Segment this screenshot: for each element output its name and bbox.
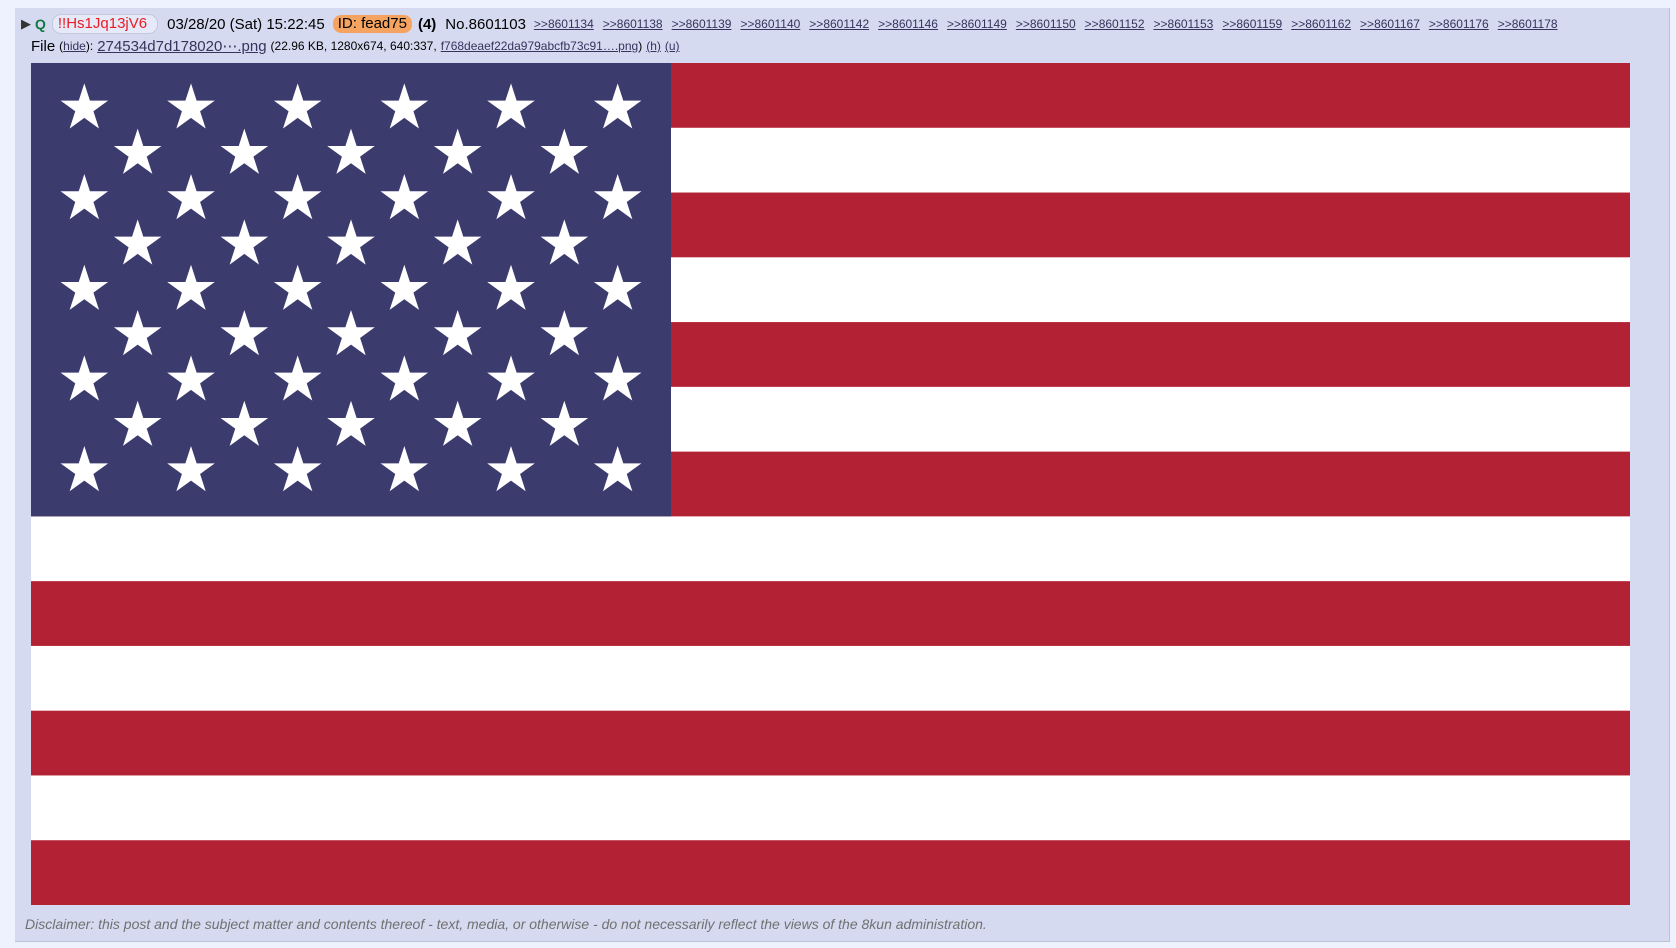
post-intro: ▶ Q !!Hs1Jq13jV6 03/28/20 (Sat) 15:22:45… bbox=[21, 14, 1558, 34]
backlink[interactable]: >>8601150 bbox=[1016, 17, 1076, 31]
backlink[interactable]: >>8601176 bbox=[1429, 17, 1489, 31]
backlink[interactable]: >>8601134 bbox=[534, 17, 594, 31]
flag-stripe bbox=[31, 840, 1630, 905]
backlink[interactable]: >>8601146 bbox=[878, 17, 938, 31]
flag-stripe bbox=[31, 645, 1630, 712]
post-number-link[interactable]: No.8601103 bbox=[445, 16, 526, 33]
poster-post-count: (4) bbox=[417, 15, 437, 33]
file-meta-close: ) bbox=[638, 39, 643, 53]
flag-stripe bbox=[31, 710, 1630, 777]
original-filename-link[interactable]: f768deaef22da979abcfb73c91….png bbox=[441, 39, 639, 53]
backlink[interactable]: >>8601149 bbox=[947, 17, 1007, 31]
backlink[interactable]: >>8601153 bbox=[1154, 17, 1214, 31]
hide-image-link[interactable]: hide bbox=[63, 39, 86, 53]
post-image[interactable] bbox=[31, 63, 1630, 905]
hide-paren-close: ): bbox=[85, 39, 94, 53]
us-flag-icon bbox=[31, 63, 1630, 905]
backlink[interactable]: >>8601138 bbox=[603, 17, 663, 31]
post-datetime: 03/28/20 (Sat) 15:22:45 bbox=[167, 15, 325, 33]
flag-stripe bbox=[31, 516, 1630, 582]
backlink[interactable]: >>8601159 bbox=[1222, 17, 1282, 31]
backlinks-list: >>8601134 >>8601138 >>8601139 >>8601140 >>86… bbox=[534, 17, 1558, 31]
file-name-link[interactable]: 274534d7d178020⋯.png bbox=[97, 37, 266, 55]
poster-name: Q bbox=[35, 16, 46, 32]
backlink[interactable]: >>8601140 bbox=[740, 17, 800, 31]
tripcode: !!Hs1Jq13jV6 bbox=[51, 14, 159, 34]
file-meta: (22.96 KB, 1280x674, 640:337, bbox=[270, 39, 437, 53]
backlink[interactable]: >>8601139 bbox=[672, 17, 732, 31]
backlink[interactable]: >>8601152 bbox=[1085, 17, 1145, 31]
flag-stripe bbox=[31, 581, 1630, 647]
post-container: ▶ Q !!Hs1Jq13jV6 03/28/20 (Sat) 15:22:45… bbox=[15, 8, 1670, 942]
backlink[interactable]: >>8601178 bbox=[1498, 17, 1558, 31]
file-label: File bbox=[31, 37, 56, 55]
u-link[interactable]: (u) bbox=[665, 39, 680, 53]
h-link[interactable]: (h) bbox=[646, 39, 661, 53]
backlink[interactable]: >>8601162 bbox=[1291, 17, 1351, 31]
backlink[interactable]: >>8601167 bbox=[1360, 17, 1420, 31]
disclaimer-text: Disclaimer: this post and the subject ma… bbox=[25, 916, 987, 932]
expand-arrow-icon[interactable]: ▶ bbox=[21, 16, 31, 32]
poster-id-badge[interactable]: ID: fead75 bbox=[332, 15, 412, 33]
flag-stripe bbox=[31, 775, 1630, 841]
file-info: File (hide): 274534d7d178020⋯.png (22.96… bbox=[31, 37, 680, 56]
backlink[interactable]: >>8601142 bbox=[809, 17, 869, 31]
